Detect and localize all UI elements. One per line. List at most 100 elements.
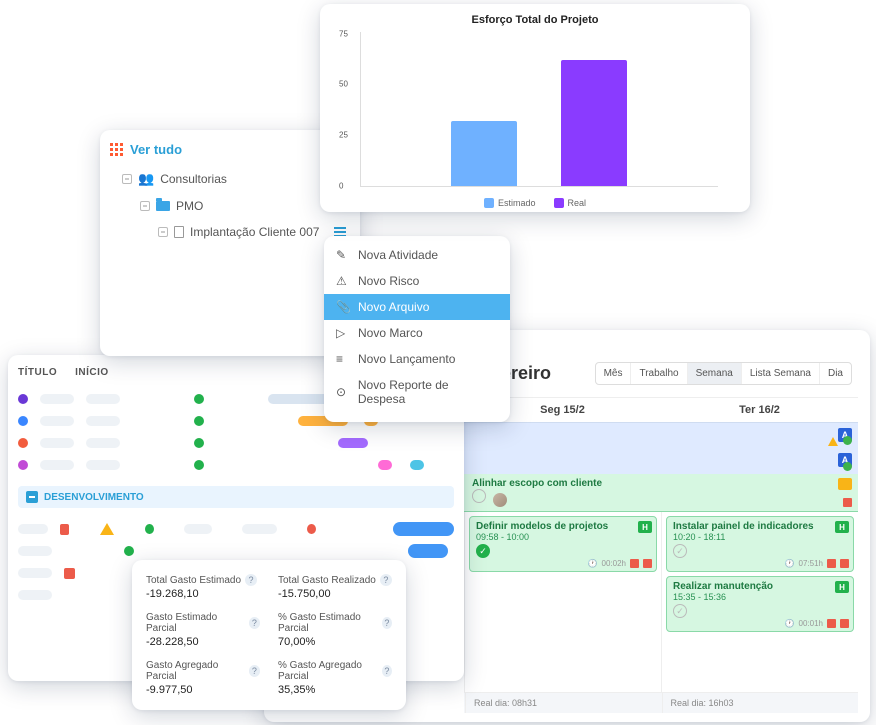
check-done-icon[interactable]: ✓ [476,544,490,558]
status-dot-icon [124,546,134,556]
status-dot-icon [18,416,28,426]
seg-month[interactable]: Mês [596,363,632,384]
status-dot-icon [194,438,204,448]
apps-grid-icon [110,143,124,157]
ctx-new-milestone[interactable]: ▷Novo Marco [324,320,510,346]
warning-icon [828,437,838,446]
ctx-label: Novo Reporte de Despesa [358,378,498,406]
gantt-bar[interactable] [378,460,392,470]
gantt-row[interactable] [18,540,454,562]
chart-plot: 0 25 50 75 [360,32,718,187]
collapse-icon[interactable] [158,227,168,237]
metric-label: Total Gasto Realizado [278,575,376,586]
gantt-bar[interactable] [393,522,454,536]
event-card[interactable]: Instalar painel de indicadores 10:20 - 1… [666,516,854,572]
status-dot-icon [843,462,852,471]
collapse-icon[interactable] [140,201,150,211]
ctx-label: Novo Lançamento [358,352,455,366]
ctx-new-expense[interactable]: ⊙Novo Reporte de Despesa [324,372,510,412]
tree-item[interactable]: Implantação Cliente 007 [154,219,350,245]
swatch-icon [484,198,494,208]
footer-cell: Real dia: 16h03 [662,693,859,713]
bar-real[interactable] [561,60,627,186]
warning-icon: ⚠ [336,274,350,288]
legend-item[interactable]: Estimado [484,198,536,208]
gantt-row[interactable] [18,432,454,454]
calendar-header: Fevereiro Mês Trabalho Semana Lista Sema… [464,358,858,389]
ytick: 25 [339,131,348,140]
legend-item[interactable]: Real [554,198,587,208]
help-icon[interactable]: ? [245,574,257,586]
event-title: Definir modelos de projetos [476,521,650,532]
seg-day[interactable]: Dia [820,363,851,384]
check-icon[interactable]: ✓ [673,544,687,558]
status-dot-icon [145,524,154,534]
badge-h-icon: H [835,521,849,533]
ctx-new-file[interactable]: 📎Novo Arquivo [324,294,510,320]
metrics-card: Total Gasto Estimado? -19.268,10 Total G… [132,560,406,710]
cell-stub [184,524,212,534]
cell-stub [40,416,74,426]
help-icon[interactable]: ? [249,617,260,629]
gantt-row[interactable] [18,518,454,540]
gantt-row[interactable] [18,454,454,476]
section-header[interactable]: DESENVOLVIMENTO [18,486,454,508]
ytick: 50 [339,80,348,89]
day-headers: Seg 15/2 Ter 16/2 [464,397,858,422]
help-icon[interactable]: ? [249,665,260,677]
seg-work[interactable]: Trabalho [631,363,687,384]
ctx-label: Novo Marco [358,326,423,340]
status-dot-icon [194,416,204,426]
priority-icon [643,559,652,568]
event-card[interactable]: Definir modelos de projetos 09:58 - 10:0… [469,516,657,572]
metric-value: -28.228,50 [146,636,260,648]
help-icon[interactable]: ? [382,617,392,629]
priority-icon [60,524,70,535]
calendar-columns: Definir modelos de projetos 09:58 - 10:0… [464,512,858,692]
cell-stub [242,524,277,534]
priority-icon [64,568,75,579]
event-wide[interactable]: Alinhar escopo com cliente [464,474,858,512]
cell-stub [18,546,52,556]
help-icon[interactable]: ? [380,574,392,586]
tree-item[interactable]: 👥 Consultorias [118,165,350,193]
check-icon[interactable]: ✓ [673,604,687,618]
event-card[interactable]: Realizar manutenção 15:35 - 15:36 ✓ H 🕐0… [666,576,854,632]
ytick: 75 [339,29,348,38]
priority-icon [843,498,852,507]
tree-see-all[interactable]: Ver tudo [110,142,350,157]
event-duration: 07:51h [799,559,823,568]
bar-estimado[interactable] [451,121,517,186]
help-icon[interactable]: ? [382,665,392,677]
th-start: INÍCIO [75,367,109,378]
ctx-new-entry[interactable]: ≡Novo Lançamento [324,346,510,372]
gantt-bar[interactable] [410,460,424,470]
seg-weeklist[interactable]: Lista Semana [742,363,820,384]
ctx-new-risk[interactable]: ⚠Novo Risco [324,268,510,294]
cell-stub [40,394,74,404]
seg-week[interactable]: Semana [688,363,742,384]
collapse-icon[interactable] [26,491,38,503]
metric-value: 70,00% [278,636,392,648]
status-dot-icon [194,394,204,404]
gantt-bar[interactable] [338,438,368,448]
col-mon: Definir modelos de projetos 09:58 - 10:0… [464,512,661,692]
cell-stub [86,394,120,404]
calendar-footer: Real dia: 08h31 Real dia: 16h03 [464,692,858,713]
ctx-new-activity[interactable]: ✎Nova Atividade [324,242,510,268]
metric-value: -9.977,50 [146,684,260,696]
edit-icon: ✎ [336,248,350,262]
gantt-bar[interactable] [408,544,448,558]
cell-stub [86,438,120,448]
event-title: Realizar manutenção [673,581,847,592]
tree-label: Implantação Cliente 007 [190,225,319,239]
priority-icon [630,559,639,568]
cell-stub [40,438,74,448]
status-dot-icon [307,524,316,534]
metric-label: Gasto Agregado Parcial [146,660,245,682]
check-icon[interactable] [472,489,486,503]
event-duration: 00:01h [799,619,823,628]
collapse-icon[interactable] [122,174,132,184]
tree-item[interactable]: PMO [136,193,350,219]
swatch-icon [554,198,564,208]
